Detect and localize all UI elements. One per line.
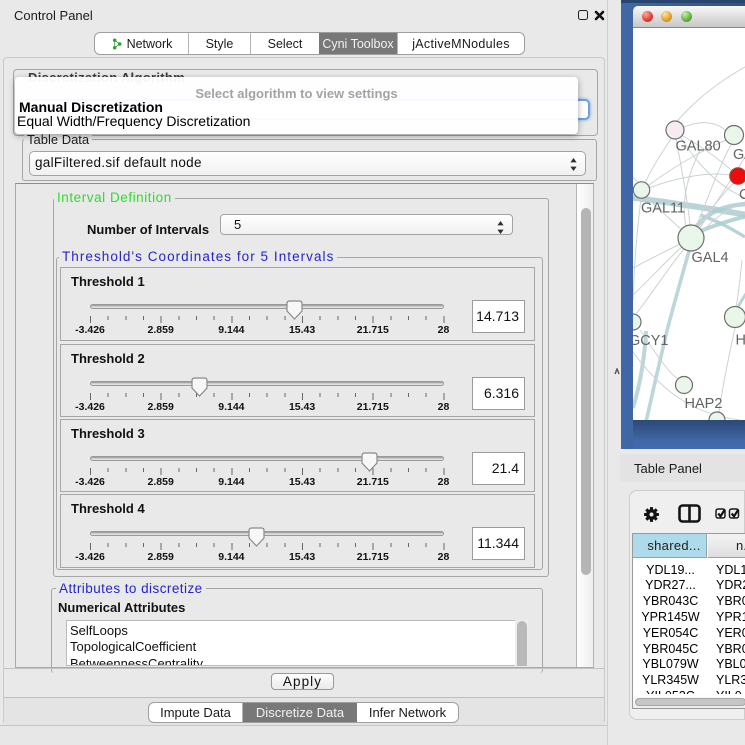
svg-text:GAL4: GAL4	[692, 250, 729, 266]
svg-text:H: H	[736, 333, 745, 349]
svg-text:GAL11: GAL11	[641, 201, 685, 217]
svg-text:HAP2: HAP2	[685, 396, 723, 412]
svg-text:GAL80: GAL80	[676, 139, 721, 155]
svg-text:C: C	[739, 187, 745, 203]
svg-text:GCY1: GCY1	[633, 333, 669, 349]
svg-text:GA: GA	[733, 147, 745, 163]
